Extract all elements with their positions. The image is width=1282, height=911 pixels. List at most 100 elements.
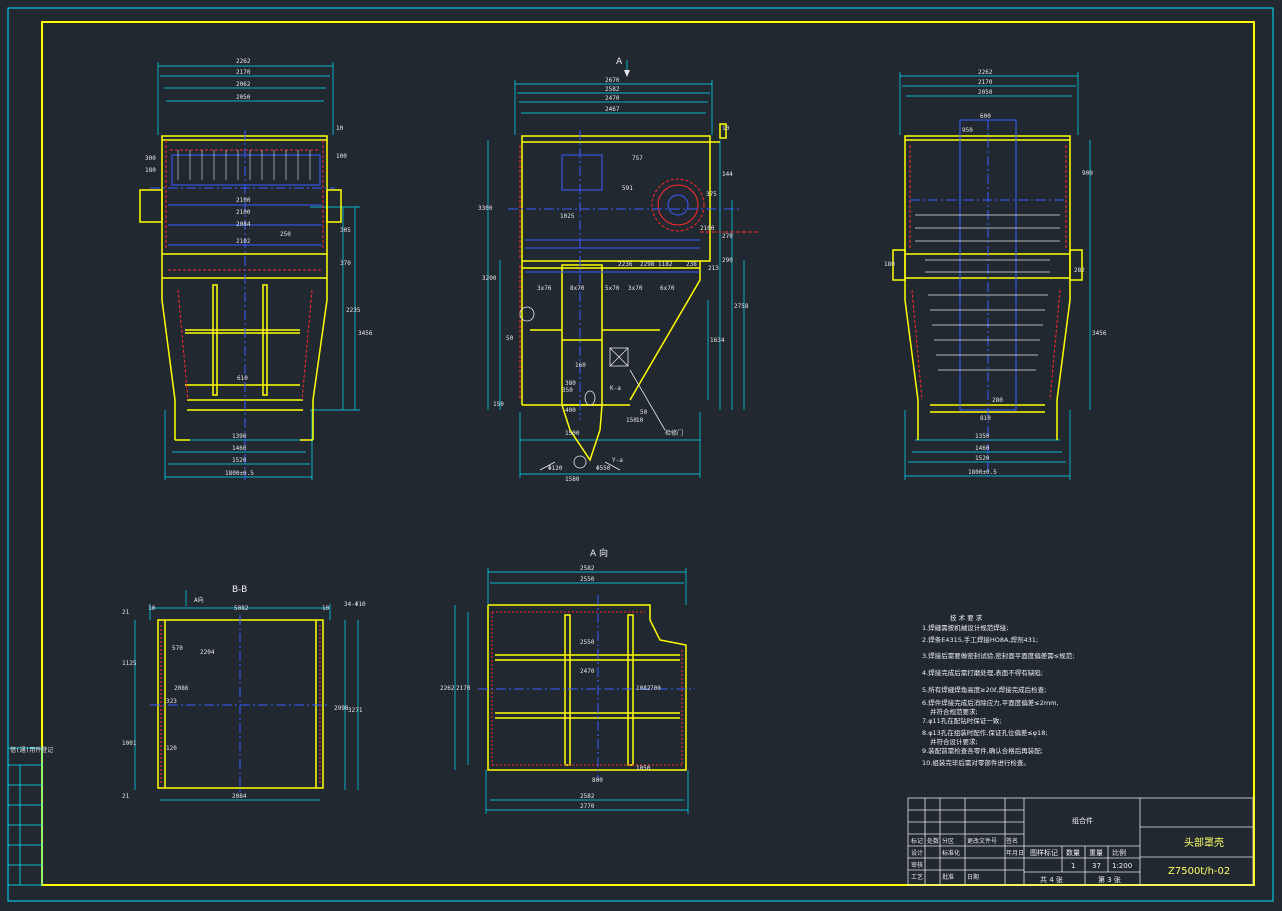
view-a-dim-inner-4: 1050	[636, 765, 651, 772]
section-bb-dim-top-2: 10	[322, 605, 330, 612]
side-strip	[7, 747, 43, 886]
front-dim-bottom-3: 1800±0.5	[225, 470, 254, 477]
section-bb-dim-inner-3: 323	[166, 698, 177, 705]
front-dim-bottom-0: 1390	[232, 433, 247, 440]
view-a-title: A 向	[590, 547, 608, 559]
right-dim-right-1: 3456	[1092, 330, 1107, 337]
tb-row-4: 签名	[1006, 837, 1018, 845]
tb-part-name: 头部罩壳	[1184, 836, 1224, 849]
side-dim-left-0: 50	[506, 335, 514, 342]
side-dim-left-1: 150	[493, 401, 504, 408]
right-dim-upper-0: 600	[980, 113, 991, 120]
tb-scale: 1:200	[1112, 862, 1132, 870]
note-item-2: 3.焊接后需要做密封试验,密封面平面度偏差需≤规范;	[922, 651, 1074, 660]
tb-role-3: 工艺	[911, 873, 923, 881]
right-dim-top-1: 2170	[978, 79, 993, 86]
section-bb: B-B A向 10 5082 10 34-Φ10 21 1125 1001 21…	[122, 585, 366, 801]
view-a-dim-inner-1: 2470	[580, 668, 595, 675]
side-dim-mid-5: 1182	[658, 261, 673, 268]
side-dim-inner-6: 160	[575, 362, 586, 369]
front-dim-inner-0: 2100	[236, 197, 251, 204]
side-dim-right-0: 144	[722, 171, 733, 178]
front-dim-left-0: 300	[145, 155, 156, 162]
view-a-dim-bottom-0: 2582	[580, 793, 595, 800]
view-a-dim-bottom-1: 2770	[580, 803, 595, 810]
side-dim-mid-3: 2236	[618, 261, 633, 268]
side-dim-mid-2: 1025	[560, 213, 575, 220]
cad-drawing-canvas: 借(通)用件登记 2262 2170 2062 2050 2100 2100 2…	[7, 7, 1274, 902]
front-dim-left-1: 180	[145, 167, 156, 174]
tb-weight: 37	[1092, 862, 1101, 870]
tb-sheet-total: 共 4 张	[1040, 875, 1063, 884]
side-dim-right-5: 213	[708, 265, 719, 272]
section-bb-dim-inner-4: 120	[166, 745, 177, 752]
front-dim-inner-3: 2102	[236, 238, 251, 245]
side-dim-motor-1: Φ550	[596, 465, 611, 472]
side-dim-mid-1: 591	[622, 185, 633, 192]
front-dim-right-0: 10	[336, 125, 344, 132]
side-dim-right-1: 270	[722, 233, 733, 240]
section-bb-dim-top-0: 10	[148, 605, 156, 612]
right-dim-right-0: 282	[1074, 267, 1085, 274]
side-dim-inner-0: 3x76	[537, 285, 552, 292]
right-dim-bottom-1: 1460	[975, 445, 990, 452]
front-dim-top-0: 2262	[236, 58, 251, 65]
section-bb-dim-top-1: 5082	[234, 605, 249, 612]
side-dim-bottom-0: 1500	[565, 430, 580, 437]
side-dim-inner-8: 350	[562, 387, 573, 394]
right-dim-bottom-3: 1800±0.5	[968, 469, 997, 476]
tb-row-2: 分区	[942, 837, 954, 845]
side-dim-bottom-4: 50	[640, 409, 648, 416]
front-dim-right-3: 3456	[358, 330, 373, 337]
section-bb-dim-inner-1: 2204	[200, 649, 215, 656]
tb-row-5: 年月日	[1006, 849, 1024, 857]
tb-left-tag: 组合件	[1072, 816, 1093, 825]
tb-role-2: 审核	[911, 861, 923, 869]
note-item-5: 6.焊件焊接完成后消除应力,平面度偏差≤2mm,	[922, 698, 1059, 707]
right-dim-bottom-0: 1350	[975, 433, 990, 440]
side-dim-right-3: 290	[722, 257, 733, 264]
view-a-dim-inner-5: 800	[592, 777, 603, 784]
right-dim-upper-1: 950	[962, 127, 973, 134]
tb-role-1: 标准化	[942, 849, 960, 857]
side-dim-right-6: 238	[686, 261, 697, 268]
front-dim-top-1: 2170	[236, 69, 251, 76]
view-a-dim-top-0: 2582	[580, 565, 595, 572]
section-bb-title: B-B	[232, 585, 247, 595]
section-bb-dim-right-1: 3271	[348, 707, 363, 714]
note-item-1: 2.焊条E4315,手工焊接HO8A,焊剂431;	[922, 635, 1038, 644]
front-dim-right-5: 305	[340, 227, 351, 234]
note-item-6: 并符合规范要求;	[930, 707, 978, 716]
section-bb-dim-top-3: 34-Φ10	[344, 601, 366, 608]
side-dim-top-1: 2582	[605, 86, 620, 93]
tb-row-1: 处数	[927, 837, 939, 845]
side-dim-inner-5: 3200	[482, 275, 497, 282]
side-view: A 2670 2582 2470 2467 10 757 591 1025 22…	[478, 57, 760, 483]
section-bb-dim-inner-2: 2086	[174, 685, 189, 692]
tb-header-2: 重量	[1089, 849, 1103, 857]
side-callout-door: 检修门	[665, 429, 683, 437]
side-dim-top-3: 2467	[605, 106, 620, 113]
side-dim-top-0: 2670	[605, 77, 620, 84]
tb-sheet: 第 3 张	[1098, 875, 1121, 884]
side-dim-right-8: 1634	[710, 337, 725, 344]
tb-drawing-no: Z7500t/h-02	[1168, 866, 1230, 877]
side-dim-inner-1: 8x70	[570, 285, 585, 292]
front-dim-top-3: 2050	[236, 94, 251, 101]
tb-role-5: 日期	[967, 873, 979, 881]
front-mark-center: 610	[237, 375, 248, 382]
note-item-4: 5.所有焊缝焊角高度≥20ℓ,焊接完成后检查;	[922, 685, 1046, 694]
view-a-dim-inner-0: 2550	[580, 639, 595, 646]
section-bb-arrow-note: A向	[194, 596, 204, 604]
section-bb-dim-left-3: 21	[122, 793, 130, 800]
front-dim-right-4: 370	[340, 260, 351, 267]
section-bb-dim-right-0: 2998	[334, 705, 349, 712]
side-dim-mid-0: 757	[632, 155, 643, 162]
front-dim-top-2: 2062	[236, 81, 251, 88]
right-dim-upper-2: 900	[1082, 170, 1093, 177]
right-dim-top-2: 2050	[978, 89, 993, 96]
right-mark-center: 810	[980, 415, 991, 422]
tb-header-3: 比例	[1112, 848, 1126, 857]
front-dim-right-1: 100	[336, 153, 347, 160]
view-a-dim-inner-2: 1082	[636, 685, 651, 692]
